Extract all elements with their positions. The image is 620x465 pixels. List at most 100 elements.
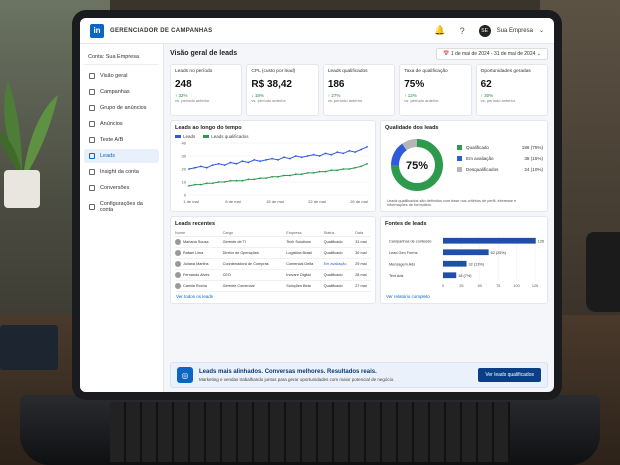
- table-cell: Diretor de Operações: [222, 247, 287, 259]
- bar-value-label: 126 (51%): [538, 239, 545, 243]
- view-all-leads-link[interactable]: Ver todos os leads: [176, 294, 213, 299]
- help-icon[interactable]: ?: [460, 26, 465, 36]
- nav-icon: [89, 73, 95, 79]
- date-range-label: 1 de mai de 2024 - 31 de mai de 2024: [450, 51, 536, 57]
- nav-icon: [89, 137, 95, 143]
- top-bar: in GERENCIADOR DE CAMPANHAS 🔔 ? SE Sua E…: [80, 18, 554, 44]
- nav-icon: [89, 185, 95, 191]
- x-tick-label: 100: [513, 284, 519, 288]
- data-point: [247, 161, 250, 164]
- data-point: [229, 161, 232, 164]
- table-cell: 31 mai: [355, 236, 371, 248]
- data-point: [259, 177, 262, 179]
- data-point: [259, 160, 262, 163]
- legend-label: Desqualificados: [466, 167, 499, 172]
- data-point: [360, 148, 362, 151]
- sidebar-item-label: Conversões: [100, 185, 130, 191]
- sidebar-item[interactable]: Visão geral: [84, 69, 159, 83]
- table-cell: Qualificado: [323, 236, 356, 248]
- data-point: [265, 177, 268, 179]
- kpi-value: 186: [327, 79, 345, 90]
- lead-name: Mariana Souza: [183, 240, 209, 244]
- kpi-card: CPL (custo por lead) R$ 38,42 ↓ 18% vs. per…: [246, 64, 319, 116]
- bell-icon[interactable]: 🔔: [434, 25, 445, 36]
- table-row[interactable]: Juliana Martins Coordenadora de Compras Co…: [175, 258, 371, 270]
- account-selector[interactable]: Conta: Sua Empresa: [84, 50, 159, 65]
- kpi-comparison: vs. período anterior: [175, 98, 210, 103]
- legend-value: 186 (75%): [521, 145, 543, 150]
- data-point: [288, 157, 291, 160]
- x-tick-label: 50: [478, 284, 482, 288]
- table-row[interactable]: Camila Rocha Gerente Comercial Soluções Be…: [175, 280, 371, 292]
- x-tick-label: 125: [532, 284, 538, 288]
- kpi-comparison: vs. período anterior: [327, 98, 363, 103]
- bar: [443, 249, 489, 256]
- pie-slice: [391, 143, 407, 166]
- linkedin-logo-icon[interactable]: in: [90, 23, 104, 38]
- x-tick-label: 8 de mai: [225, 199, 240, 204]
- kpi-card: Taxa de qualificação 75% ↑ 12% vs. período …: [399, 64, 472, 116]
- chart-title: Qualidade dos leads: [385, 125, 439, 131]
- data-point: [283, 156, 285, 159]
- data-point: [336, 151, 339, 153]
- data-point: [188, 185, 190, 187]
- x-tick-label: 25: [459, 284, 463, 288]
- table-cell: Gerente Comercial: [222, 280, 287, 292]
- data-point: [199, 165, 202, 168]
- page-title: Visão geral de leads: [170, 50, 238, 57]
- data-point: [294, 155, 297, 157]
- data-point: [294, 173, 297, 176]
- avatar[interactable]: SE: [478, 24, 491, 37]
- notebook-decoration: [0, 325, 58, 370]
- sidebar-item[interactable]: Configurações da conta: [84, 197, 159, 217]
- sidebar-item-label: Insight da conta: [100, 169, 139, 175]
- x-tick-label: 15 de mai: [266, 199, 284, 204]
- sidebar-item[interactable]: Insight da conta: [84, 165, 159, 179]
- data-point: [300, 173, 303, 176]
- data-point: [348, 168, 351, 170]
- data-point: [306, 155, 309, 157]
- nav-icon: [89, 204, 95, 210]
- sidebar-item[interactable]: Conversões: [84, 181, 159, 195]
- data-point: [271, 175, 273, 178]
- sidebar-item[interactable]: Grupo de anúncios: [84, 101, 159, 115]
- recent-leads-card: Leads recentes Nome Cargo Empresa Status Dat…: [170, 216, 376, 304]
- y-tick-label: 40: [182, 141, 187, 146]
- data-point: [188, 168, 190, 170]
- legend-label: Em avaliação: [466, 156, 494, 161]
- data-point: [241, 160, 244, 163]
- mug-decoration: [586, 232, 620, 312]
- laptop-bezel: in GERENCIADOR DE CAMPANHAS 🔔 ? SE Sua E…: [72, 10, 562, 400]
- legend-swatch: [457, 145, 462, 150]
- chevron-down-icon[interactable]: ⌄: [539, 27, 544, 34]
- sidebar-item[interactable]: Teste A/B: [84, 133, 159, 147]
- data-point: [211, 164, 214, 166]
- table-row[interactable]: Mariana Souza Gerente de TI Tech Solutions…: [175, 236, 371, 248]
- sidebar-item[interactable]: Leads: [84, 149, 159, 163]
- target-icon: ◎: [177, 367, 193, 383]
- x-tick-label: 22 de mai: [308, 199, 326, 204]
- table-cell: Comercial Delta: [286, 258, 324, 270]
- kpi-value: 248: [175, 79, 192, 90]
- date-range-picker[interactable]: 📅 1 de mai de 2024 - 31 de mai de 2024 ⌄: [436, 48, 548, 60]
- table-cell: Tech Solutions: [286, 236, 324, 248]
- category-label: Text Ads: [389, 274, 403, 278]
- lead-quality-chart: Qualidade dos leads 75% Qualificado 186 (…: [380, 120, 548, 212]
- table-cell: Inovare Digital: [286, 269, 324, 281]
- data-point: [366, 146, 368, 148]
- sidebar-item[interactable]: Anúncios: [84, 117, 159, 131]
- company-menu[interactable]: Sua Empresa: [497, 28, 533, 34]
- nav-icon: [89, 105, 95, 111]
- table-row[interactable]: Fernando Alves CEO Inovare Digital Qualific…: [175, 269, 371, 281]
- category-label: Campanhas de conteúdo: [389, 239, 431, 243]
- full-report-link[interactable]: Ver relatório completo: [386, 294, 430, 299]
- data-point: [253, 159, 256, 161]
- card-title: Leads recentes: [175, 221, 216, 227]
- table-cell: Em avaliação: [323, 258, 356, 270]
- table-cell: Mariana Souza: [175, 236, 223, 248]
- data-point: [312, 172, 315, 174]
- view-qualified-leads-button[interactable]: Ver leads qualificados: [478, 368, 541, 382]
- table-row[interactable]: Rafael Lima Diretor de Operações Logística…: [175, 247, 371, 259]
- series-line: [188, 163, 368, 187]
- sidebar-item[interactable]: Campanhas: [84, 85, 159, 99]
